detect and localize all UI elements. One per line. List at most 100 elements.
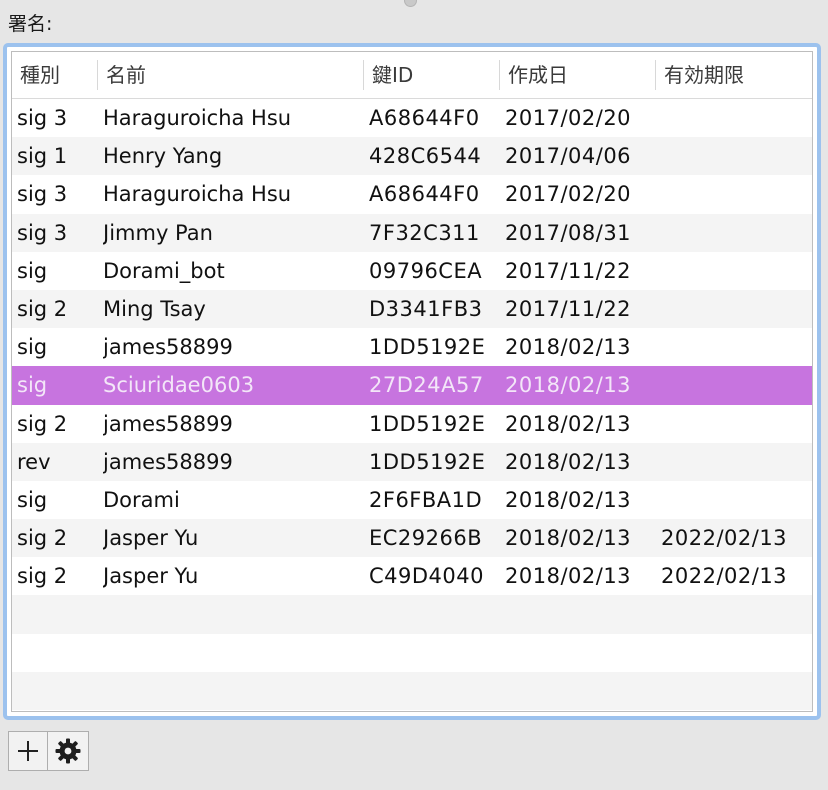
cell-expires: [661, 99, 811, 137]
table-row[interactable]: sig 1 Henry Yang 428C6544 2017/04/06: [12, 137, 812, 176]
cell-key-id: D3341FB3: [369, 296, 483, 321]
table-row[interactable]: rev james58899 1DD5192E 2018/02/13: [12, 442, 812, 481]
cell-name: Haraguroicha Hsu: [103, 182, 292, 207]
empty-table-row: [12, 595, 812, 634]
pane-resize-handle[interactable]: [404, 0, 417, 7]
cell-type: sig: [17, 373, 48, 398]
table-row[interactable]: sig james58899 1DD5192E 2018/02/13: [12, 328, 812, 367]
gear-icon: [55, 738, 81, 764]
table-row[interactable]: sig 2 Ming Tsay D3341FB3 2017/11/22: [12, 289, 812, 329]
cell-type: sig 1: [17, 144, 68, 169]
cell-name: Henry Yang: [103, 144, 223, 169]
cell-key-id: 27D24A57: [369, 373, 484, 398]
cell-name: Dorami: [103, 487, 180, 512]
cell-key-id: 1DD5192E: [369, 335, 486, 360]
cell-expires: [661, 214, 811, 252]
cell-type: sig 3: [17, 106, 68, 130]
column-header-key-id[interactable]: 鍵ID: [363, 52, 500, 98]
cell-key-id: A68644F0: [369, 182, 480, 207]
cell-name: Dorami_bot: [103, 258, 225, 283]
cell-created: 2018/02/13: [505, 449, 632, 474]
cell-name: james58899: [103, 335, 233, 360]
cell-expires: 2022/02/13: [661, 564, 788, 589]
table-row[interactable]: sig Sciuridae0603 27D24A57 2018/02/13: [12, 366, 812, 405]
table-row[interactable]: sig 2 Jasper Yu EC29266B 2018/02/13 2022/02/…: [12, 519, 812, 558]
cell-type: sig: [17, 487, 48, 512]
cell-created: 2018/02/13: [505, 564, 632, 589]
cell-name: james58899: [103, 449, 233, 474]
cell-name: Sciuridae0603: [103, 373, 255, 398]
column-header-name-label: 名前: [106, 63, 146, 87]
add-signature-button[interactable]: [8, 731, 48, 771]
column-header-name[interactable]: 名前: [97, 52, 364, 98]
cell-created: 2018/02/13: [505, 411, 632, 436]
column-header-expires[interactable]: 有効期限: [655, 52, 812, 98]
cell-expires: [661, 405, 811, 443]
signatures-table-frame: 種別 名前 鍵ID 作成日 有効期限 sig 3 Haraguroicha Hsu…: [3, 43, 821, 720]
column-header-key-id-label: 鍵ID: [372, 63, 414, 87]
cell-type: sig 3: [17, 220, 68, 245]
cell-name: Jimmy Pan: [103, 220, 213, 245]
cell-expires: 2022/02/13: [661, 526, 788, 551]
signature-toolbar: [8, 731, 89, 773]
cell-expires: [661, 175, 811, 213]
cell-expires: [661, 366, 811, 404]
cell-created: 2017/02/20: [505, 182, 632, 207]
cell-type: sig 3: [17, 182, 68, 207]
column-header-type[interactable]: 種別: [12, 52, 98, 98]
cell-expires: [661, 137, 811, 175]
plus-icon: [18, 741, 38, 761]
cell-created: 2017/08/31: [505, 220, 632, 245]
cell-type: sig 2: [17, 526, 68, 551]
table-row[interactable]: sig 3 Haraguroicha Hsu A68644F0 2017/02/20: [12, 175, 812, 214]
cell-created: 2017/11/22: [505, 258, 632, 283]
cell-type: sig 2: [17, 411, 68, 436]
cell-type: sig 2: [17, 296, 68, 321]
column-divider[interactable]: [655, 60, 656, 90]
table-row[interactable]: sig 2 Jasper Yu C49D4040 2018/02/13 2022/02/…: [12, 557, 812, 596]
cell-key-id: 1DD5192E: [369, 411, 486, 436]
cell-expires: [661, 290, 811, 328]
cell-name: Ming Tsay: [103, 296, 206, 321]
cell-created: 2018/02/13: [505, 487, 632, 512]
cell-key-id: 09796CEA: [369, 258, 483, 283]
cell-name: Jasper Yu: [103, 526, 199, 551]
column-divider[interactable]: [363, 60, 364, 90]
signatures-table[interactable]: 種別 名前 鍵ID 作成日 有効期限 sig 3 Haraguroicha Hsu…: [11, 51, 813, 712]
cell-type: sig: [17, 335, 48, 360]
cell-expires: [661, 481, 811, 519]
cell-name: james58899: [103, 411, 233, 436]
table-row[interactable]: sig 3 Jimmy Pan 7F32C311 2017/08/31: [12, 213, 812, 252]
cell-created: 2017/11/22: [505, 296, 632, 321]
column-header-created-label: 作成日: [508, 63, 568, 87]
signatures-label: 署名:: [8, 13, 53, 35]
table-body: sig 3 Haraguroicha Hsu A68644F0 2017/02/20 s…: [12, 99, 812, 711]
table-row[interactable]: sig Dorami_bot 09796CEA 2017/11/22: [12, 251, 812, 290]
empty-table-row: [12, 633, 812, 672]
column-divider[interactable]: [97, 60, 98, 90]
cell-created: 2017/02/20: [505, 106, 632, 130]
cell-expires: [661, 252, 811, 290]
table-row[interactable]: sig Dorami 2F6FBA1D 2018/02/13: [12, 480, 812, 520]
cell-expires: [661, 328, 811, 366]
cell-key-id: 428C6544: [369, 144, 482, 169]
cell-created: 2018/02/13: [505, 335, 632, 360]
cell-key-id: 1DD5192E: [369, 449, 486, 474]
column-header-created[interactable]: 作成日: [499, 52, 656, 98]
cell-key-id: A68644F0: [369, 106, 480, 130]
cell-created: 2017/04/06: [505, 144, 632, 169]
cell-created: 2018/02/13: [505, 373, 632, 398]
cell-type: sig: [17, 258, 48, 283]
table-row[interactable]: sig 3 Haraguroicha Hsu A68644F0 2017/02/20: [12, 99, 812, 138]
column-divider[interactable]: [499, 60, 500, 90]
signature-actions-button[interactable]: [47, 731, 89, 771]
empty-table-row: [12, 671, 812, 710]
cell-expires: [661, 443, 811, 481]
cell-key-id: EC29266B: [369, 526, 483, 551]
table-header: 種別 名前 鍵ID 作成日 有効期限: [12, 52, 812, 99]
cell-name: Jasper Yu: [103, 564, 199, 589]
cell-type: rev: [17, 449, 51, 474]
table-row[interactable]: sig 2 james58899 1DD5192E 2018/02/13: [12, 404, 812, 443]
cell-type: sig 2: [17, 564, 68, 589]
cell-name: Haraguroicha Hsu: [103, 106, 292, 130]
